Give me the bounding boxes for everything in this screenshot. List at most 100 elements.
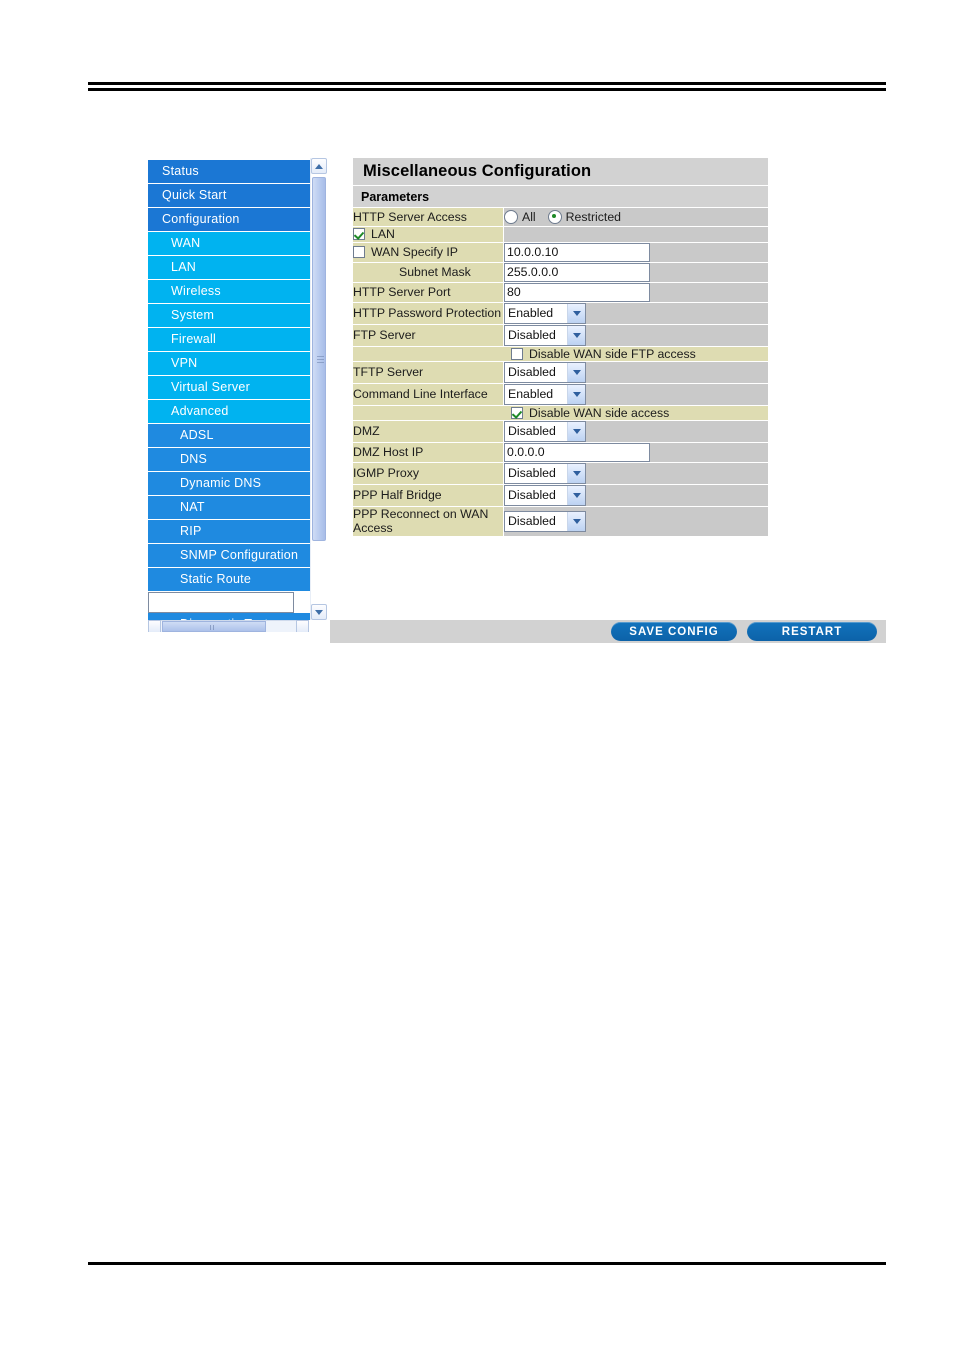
select-control[interactable]: Enabled [504,383,586,405]
chevron-down-icon [567,463,585,483]
radio-option-restricted[interactable]: Restricted [547,210,621,224]
select-control[interactable]: Disabled [504,361,586,383]
row-label-text: DMZ [353,423,380,438]
row-label-subnet-mask: Subnet Mask [353,262,504,283]
table-row: DMZ Disabled [353,420,768,443]
sidebar-item-label: Firewall [171,332,217,346]
chevron-down-icon [567,511,585,531]
sidebar-item-label: Virtual Server [171,380,250,394]
row-label-text: IGMP Proxy [353,465,420,480]
select-value: Disabled [508,328,556,342]
row-value-http-server-access: All Restricted [503,208,768,227]
table-row: IGMP Proxy Disabled [353,462,768,485]
sidebar-item-label: System [171,308,215,322]
sidebar: Status Quick Start Configuration WAN LAN Wire… [148,160,310,620]
table-row: PPP Half Bridge Disabled [353,484,768,507]
row-value-tftp-server: Disabled [503,361,768,384]
select-control[interactable]: Disabled [504,484,586,506]
chevron-down-icon [567,485,585,505]
sidebar-item-diagnostic-test[interactable]: Diagnostic Test [148,613,310,620]
sidebar-vertical-scrollbar[interactable] [310,158,327,620]
sidebar-item-lan[interactable]: LAN [148,256,310,280]
select-control[interactable]: Disabled [504,510,586,532]
row-value-wan-specify-ip [503,242,768,263]
text-input-wan-specify-ip[interactable] [504,242,650,262]
footer-rule [88,1262,886,1265]
chevron-down-icon [567,362,585,382]
sidebar-item-label: Advanced [171,404,229,418]
sidebar-item-quick-start[interactable]: Quick Start [148,184,310,208]
select-value: Disabled [508,514,556,528]
sidebar-item-wireless[interactable]: Wireless [148,280,310,304]
table-row: LAN [353,226,768,243]
section-header: Parameters [353,186,768,208]
sidebar-item-label: NAT [180,500,205,514]
sidebar-item-label: Quick Start [162,188,227,202]
row-value-ftp-server: Disabled [503,324,768,347]
checkbox-wrapper[interactable]: Disable WAN side FTP access [353,347,696,361]
sidebar-item-nat[interactable]: NAT [148,496,310,520]
sidebar-item-firewall[interactable]: Firewall [148,328,310,352]
sidebar-item-misc-configuration[interactable]: Misc Configuration [148,592,295,613]
chevron-down-icon [567,421,585,441]
sidebar-item-dynamic-dns[interactable]: Dynamic DNS [148,472,310,496]
text-input-http-server-port[interactable] [504,282,650,302]
action-bar: SAVE CONFIG RESTART [330,620,886,643]
sidebar-horizontal-scrollbar[interactable] [148,620,326,632]
sidebar-item-label: Dynamic DNS [180,476,262,490]
scroll-down-button[interactable] [311,604,327,620]
radio-button[interactable] [504,210,518,224]
select-control[interactable]: Disabled [504,324,586,346]
row-label-text: HTTP Server Access [353,209,467,224]
select-control[interactable]: Disabled [504,420,586,442]
checkbox[interactable] [353,228,365,240]
scroll-right-button[interactable] [296,620,309,632]
sidebar-item-adsl[interactable]: ADSL [148,424,310,448]
sidebar-item-rip[interactable]: RIP [148,520,310,544]
header-rule [88,82,886,91]
sidebar-item-label: RIP [180,524,202,538]
scrollbar-thumb[interactable] [312,177,326,541]
sidebar-item-snmp-configuration[interactable]: SNMP Configuration [148,544,310,568]
checkbox[interactable] [353,245,365,258]
sidebar-item-static-route[interactable]: Static Route [148,568,310,592]
sidebar-item-dns[interactable]: DNS [148,448,310,472]
horizontal-scrollbar-thumb[interactable] [162,621,266,632]
row-value-dmz: Disabled [503,420,768,443]
text-input-dmz-host-ip[interactable] [504,442,650,462]
parameters-table: HTTP Server Access All Restricted LAN WAN Sp… [353,208,768,537]
restart-button[interactable]: RESTART [747,622,877,641]
table-row: HTTP Server Port [353,282,768,303]
sidebar-item-wan[interactable]: WAN [148,232,310,256]
row-value-http-password-protection: Enabled [503,302,768,325]
scroll-left-button[interactable] [148,620,161,632]
select-control[interactable]: Enabled [504,302,586,324]
row-label-text: HTTP Password Protection [353,305,502,320]
sidebar-item-configuration[interactable]: Configuration [148,208,310,232]
radio-option-all[interactable]: All [504,210,536,224]
row-disable-wan-side-access: Disable WAN side access [353,405,768,421]
checkbox-wrapper[interactable]: Disable WAN side access [353,406,669,420]
sidebar-item-label: ADSL [180,428,214,442]
sidebar-item-status[interactable]: Status [148,160,310,184]
scroll-up-button[interactable] [311,158,327,174]
page-title: Miscellaneous Configuration [353,158,768,186]
row-label-text: WAN Specify IP [371,244,459,259]
select-control[interactable]: Disabled [504,462,586,484]
text-input-subnet-mask[interactable] [504,262,650,282]
save-config-button[interactable]: SAVE CONFIG [611,622,737,641]
row-label-http-server-port: HTTP Server Port [353,282,504,303]
sidebar-item-virtual-server[interactable]: Virtual Server [148,376,310,400]
table-row: DMZ Host IP [353,442,768,463]
sidebar-item-advanced[interactable]: Advanced [148,400,310,424]
checkbox[interactable] [511,347,523,360]
row-value-ppp-reconnect-on-wan-access: Disabled [503,506,768,537]
radio-button[interactable] [547,210,562,224]
sidebar-menu: Status Quick Start Configuration WAN LAN Wire… [148,160,310,620]
sidebar-item-label: SNMP Configuration [180,548,299,562]
sidebar-item-system[interactable]: System [148,304,310,328]
sidebar-item-vpn[interactable]: VPN [148,352,310,376]
row-disable-wan-side-ftp-access: Disable WAN side FTP access [353,346,768,362]
checkbox[interactable] [511,406,523,419]
select-value: Enabled [508,306,554,320]
